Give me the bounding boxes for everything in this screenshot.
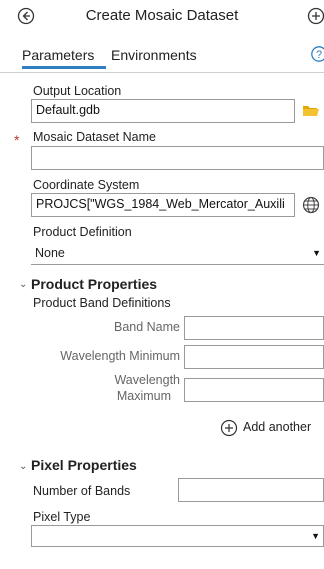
add-another-label: Add another [243, 420, 312, 434]
active-tab-indicator [22, 66, 106, 69]
tab-divider [0, 72, 324, 73]
collapse-chevron-icon[interactable]: ⌄ [19, 461, 27, 472]
collapse-chevron-icon[interactable]: ⌄ [19, 279, 27, 290]
wavelength-maximum-field[interactable] [184, 378, 324, 402]
dropdown-arrow-icon: ▼ [312, 248, 321, 258]
mosaic-dataset-name-label: Mosaic Dataset Name [33, 130, 156, 144]
product-definition-dropdown[interactable]: None ▼ [31, 243, 324, 265]
output-location-label: Output Location [33, 84, 122, 98]
tool-title: Create Mosaic Dataset [85, 7, 239, 24]
band-name-label: Band Name [113, 320, 180, 334]
product-properties-heading[interactable]: Product Properties [31, 276, 157, 292]
output-location-field[interactable]: Default.gdb [31, 99, 295, 123]
number-of-bands-field[interactable] [178, 478, 324, 502]
number-of-bands-label: Number of Bands [33, 484, 131, 498]
product-definition-value: None [35, 246, 65, 260]
pixel-type-label: Pixel Type [33, 510, 91, 524]
pixel-type-dropdown[interactable]: ▼ [31, 525, 324, 547]
help-icon[interactable]: ? [311, 45, 324, 63]
dropdown-arrow-icon: ▼ [311, 531, 320, 541]
coordinate-system-field[interactable]: PROJCS["WGS_1984_Web_Mercator_Auxili [31, 193, 295, 217]
folder-icon[interactable] [302, 103, 320, 118]
coordinate-system-label: Coordinate System [33, 178, 140, 192]
band-name-field[interactable] [184, 316, 324, 340]
wavelength-maximum-label-line2: Maximum [116, 389, 171, 403]
wavelength-minimum-field[interactable] [184, 345, 324, 369]
product-definition-label: Product Definition [33, 225, 132, 239]
mosaic-dataset-name-field[interactable] [31, 146, 324, 170]
add-circle-icon [220, 419, 238, 437]
wavelength-minimum-label: Wavelength Minimum [60, 349, 180, 363]
tool-header: Create Mosaic Dataset [0, 0, 324, 36]
globe-icon[interactable] [302, 196, 320, 214]
product-band-definitions-label: Product Band Definitions [33, 296, 171, 310]
svg-text:?: ? [316, 49, 322, 61]
required-asterisk: * [14, 132, 20, 148]
pixel-properties-heading[interactable]: Pixel Properties [31, 457, 137, 473]
add-icon[interactable] [307, 7, 324, 25]
tab-environments[interactable]: Environments [111, 47, 197, 63]
wavelength-maximum-label-line1: Wavelength [114, 373, 180, 387]
tab-parameters[interactable]: Parameters [22, 47, 94, 63]
